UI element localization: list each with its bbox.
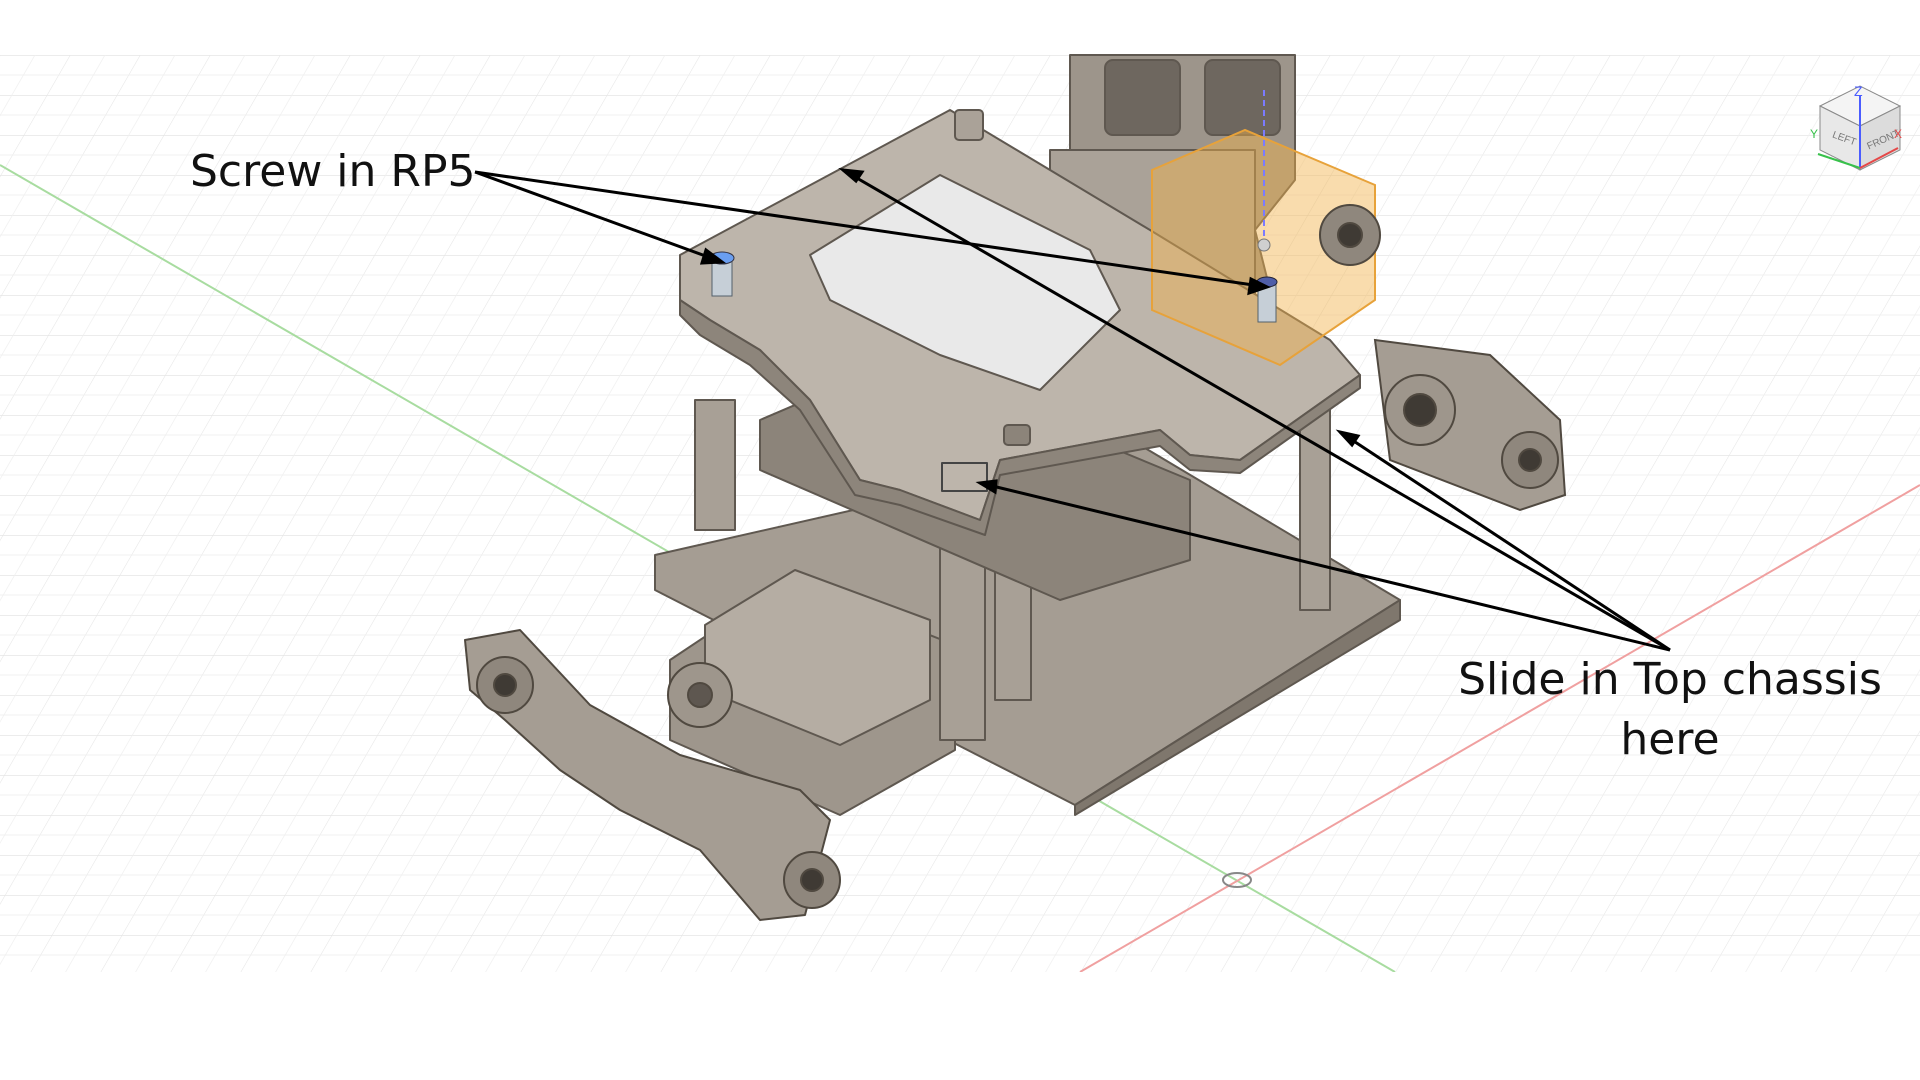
vertical-post-right [1299, 399, 1331, 611]
vertical-post-left [694, 399, 736, 531]
annotation-slide-in-top-chassis: Slide in Top chassis here [1458, 654, 1882, 765]
rear-wheel-mount [1319, 204, 1567, 512]
screw-post-center [1003, 424, 1031, 446]
vertical-post-mid [994, 569, 1032, 701]
screw-post-top [954, 109, 984, 141]
view-cube[interactable]: LEFT FRONT Z Y X [1810, 78, 1906, 182]
servo-horn [667, 662, 733, 728]
viewcube-z-label: Z [1854, 83, 1863, 99]
viewcube-x-label: X [1894, 127, 1902, 141]
annotation-screw-in-rp5: Screw in RP5 [190, 146, 476, 197]
tower-window-right [1204, 59, 1281, 136]
viewcube-y-label: Y [1810, 127, 1818, 141]
tower-window-left [1104, 59, 1181, 136]
